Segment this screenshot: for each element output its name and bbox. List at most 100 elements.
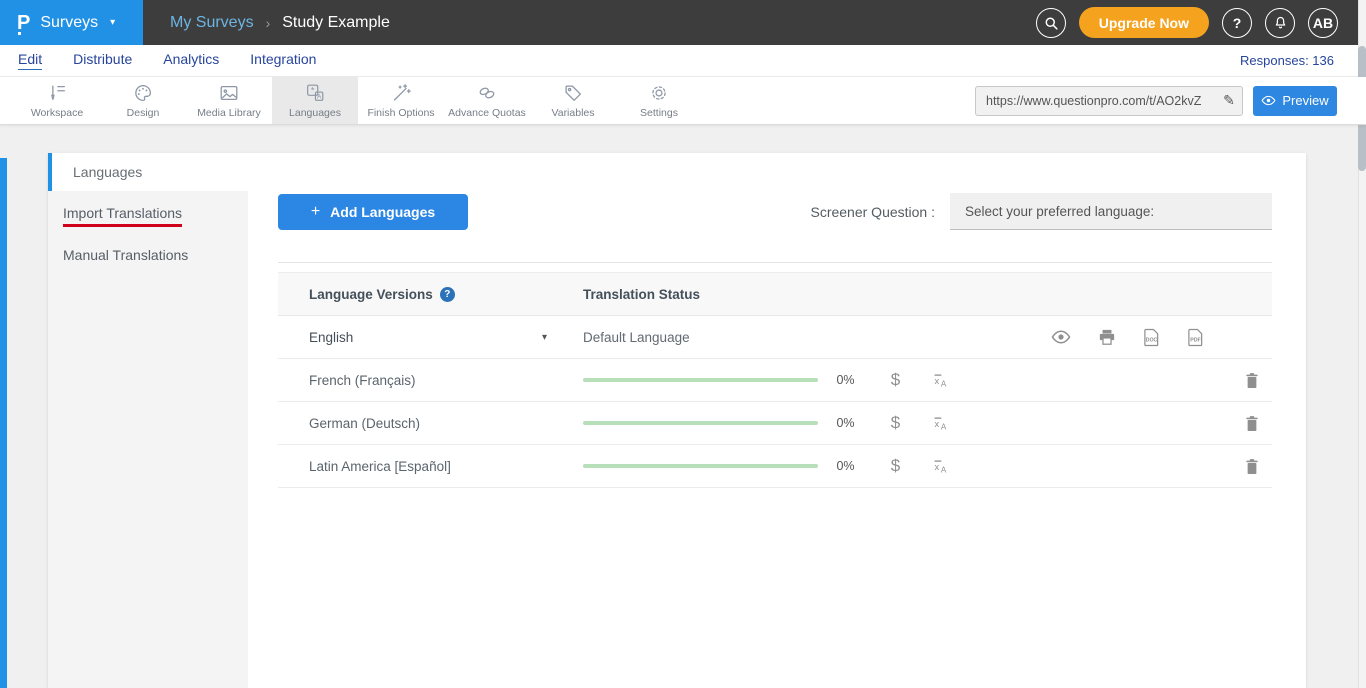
document-actions: DOC PDF — [1051, 328, 1204, 347]
view-eye-icon[interactable] — [1051, 330, 1071, 344]
paid-translation-icon[interactable]: $ — [873, 456, 918, 476]
toolbar-item-finish-options[interactable]: Finish Options — [358, 77, 444, 124]
default-language-status: Default Language — [583, 330, 690, 345]
survey-url-box: ✎ — [975, 86, 1243, 116]
edit-url-pencil-icon[interactable]: ✎ — [1216, 92, 1242, 109]
tab-analytics[interactable]: Analytics — [163, 51, 219, 70]
column-translation-status: Translation Status — [583, 287, 1272, 302]
delete-language-icon[interactable] — [1232, 372, 1272, 389]
delete-language-icon[interactable] — [1232, 415, 1272, 432]
toolbar-item-advance-quotas[interactable]: Advance Quotas — [444, 77, 530, 124]
svg-text:DOC: DOC — [1146, 337, 1158, 343]
toolbar-item-languages[interactable]: *A Languages — [272, 77, 358, 124]
paid-translation-icon[interactable]: $ — [873, 413, 918, 433]
languages-icon: *A — [304, 82, 326, 104]
chevron-down-icon: ▾ — [110, 17, 115, 28]
export-pdf-icon[interactable]: PDF — [1187, 328, 1204, 347]
language-versions-table: Language Versions ? Translation Status E… — [278, 272, 1272, 488]
toolbar-item-settings[interactable]: Settings — [616, 77, 702, 124]
default-language-select[interactable]: English ▾ — [278, 330, 583, 345]
media-library-icon — [218, 82, 240, 104]
table-header-row: Language Versions ? Translation Status — [278, 272, 1272, 316]
preview-eye-icon — [1261, 95, 1276, 106]
variables-tag-icon — [562, 82, 584, 104]
advance-quotas-links-icon — [476, 82, 498, 104]
chevron-down-icon: ▾ — [542, 332, 547, 343]
upgrade-now-button[interactable]: Upgrade Now — [1079, 7, 1209, 38]
sidebar-title-languages: Languages — [48, 153, 248, 191]
tab-integration[interactable]: Integration — [250, 51, 316, 70]
avatar[interactable]: AB — [1308, 8, 1338, 38]
breadcrumb-current: Study Example — [282, 14, 390, 32]
table-row-english: English ▾ Default Language — [278, 316, 1272, 359]
toolbar-item-variables[interactable]: Variables — [530, 77, 616, 124]
screener-question-label: Screener Question : — [810, 204, 935, 220]
svg-text:PDF: PDF — [1190, 337, 1201, 343]
svg-text:*: * — [311, 85, 315, 95]
sidebar-item-manual-translations[interactable]: Manual Translations — [48, 235, 248, 274]
screener-question-select[interactable]: Select your preferred language: — [950, 193, 1272, 230]
delete-language-icon[interactable] — [1232, 458, 1272, 475]
toolbar-item-design[interactable]: Design — [100, 77, 186, 124]
product-switcher[interactable]: P Surveys ▾ — [0, 0, 143, 45]
tab-distribute[interactable]: Distribute — [73, 51, 132, 70]
breadcrumb-separator-icon: › — [266, 15, 271, 31]
app-window: P Surveys ▾ My Surveys › Study Example U… — [0, 0, 1366, 688]
svg-text:A: A — [317, 94, 322, 101]
tab-list: Edit Distribute Analytics Integration — [18, 51, 1240, 70]
design-palette-icon — [132, 82, 154, 104]
auto-translate-icon[interactable]: xA — [918, 415, 963, 431]
survey-url-input[interactable] — [976, 94, 1216, 108]
settings-gear-icon — [648, 82, 670, 104]
languages-sidebar: Languages Import Translations Manual Tra… — [48, 153, 248, 688]
preview-button[interactable]: Preview — [1253, 86, 1337, 116]
svg-text:x: x — [935, 419, 940, 429]
plus-icon: + — [311, 203, 320, 221]
finish-options-wand-icon — [390, 82, 412, 104]
header-actions: Upgrade Now ? AB — [1036, 0, 1366, 45]
auto-translate-icon[interactable]: xA — [918, 458, 963, 474]
bell-icon — [1273, 15, 1288, 30]
page-content: Languages Import Translations Manual Tra… — [0, 153, 1366, 688]
add-languages-button[interactable]: + Add Languages — [278, 194, 468, 230]
collapsed-panel-toggle[interactable] — [0, 158, 7, 688]
print-icon[interactable] — [1098, 329, 1116, 346]
survey-nav-tabs: Edit Distribute Analytics Integration Re… — [0, 45, 1366, 77]
column-language-versions: Language Versions ? — [278, 287, 583, 302]
translation-percent: 0% — [818, 416, 873, 430]
translation-progress-bar — [583, 421, 818, 425]
auto-translate-icon[interactable]: xA — [918, 372, 963, 388]
sidebar-item-import-translations[interactable]: Import Translations — [48, 196, 248, 235]
svg-text:A: A — [941, 379, 947, 388]
search-icon — [1043, 15, 1059, 31]
paid-translation-icon[interactable]: $ — [873, 370, 918, 390]
help-button[interactable]: ? — [1222, 8, 1252, 38]
questionpro-logo-icon: P — [17, 13, 30, 33]
toolbar-item-workspace[interactable]: Workspace — [14, 77, 100, 124]
workspace-icon — [46, 82, 68, 104]
tab-edit[interactable]: Edit — [18, 51, 42, 70]
svg-text:x: x — [935, 376, 940, 386]
svg-text:A: A — [941, 465, 947, 474]
top-header: P Surveys ▾ My Surveys › Study Example U… — [0, 0, 1366, 45]
search-button[interactable] — [1036, 8, 1066, 38]
svg-text:A: A — [941, 422, 947, 431]
responses-count[interactable]: Responses: 136 — [1240, 53, 1334, 68]
translation-progress-bar — [583, 464, 818, 468]
table-row-german: German (Deutsch) 0% $ xA — [278, 402, 1272, 445]
edit-toolbar: Workspace Design Media Library *A Langua… — [0, 77, 1366, 125]
brand-label: Surveys — [40, 14, 98, 32]
help-badge-icon[interactable]: ? — [440, 287, 455, 302]
breadcrumb: My Surveys › Study Example — [143, 0, 1036, 45]
languages-main-panel: + Add Languages Screener Question : Sele… — [248, 153, 1306, 688]
table-row-french: French (Français) 0% $ xA — [278, 359, 1272, 402]
toolbar-item-media-library[interactable]: Media Library — [186, 77, 272, 124]
table-row-latin-america: Latin America [Español] 0% $ xA — [278, 445, 1272, 488]
languages-card: Languages Import Translations Manual Tra… — [48, 153, 1306, 688]
svg-text:x: x — [935, 462, 940, 472]
translation-percent: 0% — [818, 373, 873, 387]
breadcrumb-my-surveys[interactable]: My Surveys — [170, 14, 254, 32]
notifications-button[interactable] — [1265, 8, 1295, 38]
export-doc-icon[interactable]: DOC — [1143, 328, 1160, 347]
translation-progress-bar — [583, 378, 818, 382]
